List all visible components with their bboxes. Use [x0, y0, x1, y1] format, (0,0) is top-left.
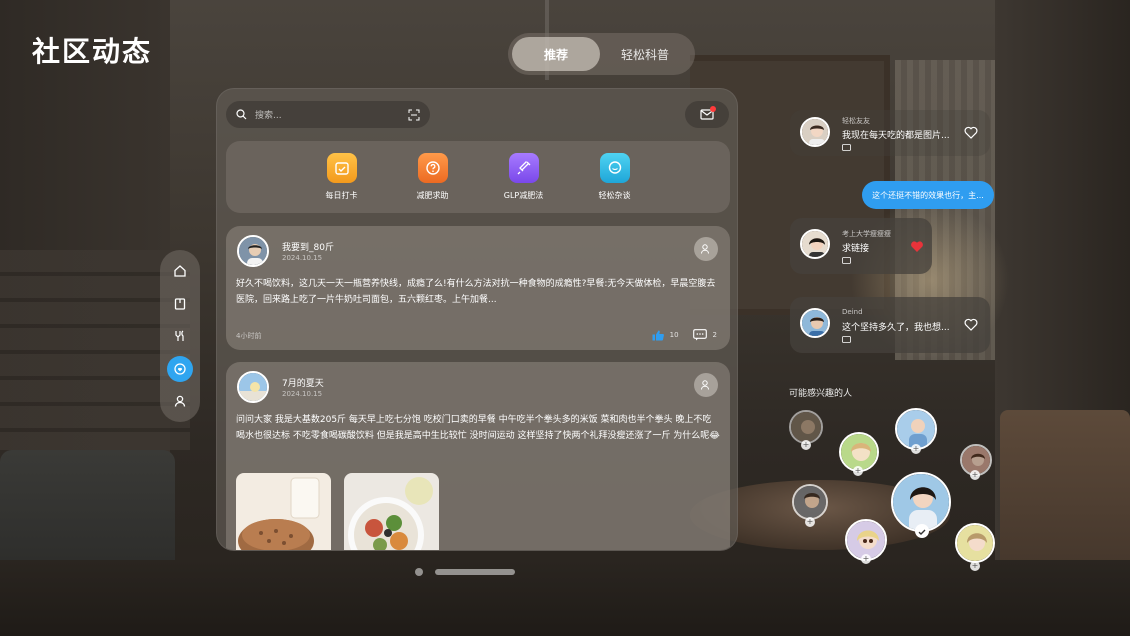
search-input[interactable]: 搜索... [226, 101, 430, 128]
follow-button[interactable] [694, 237, 718, 261]
syringe-icon [508, 153, 539, 183]
heart-filled-icon[interactable] [910, 240, 924, 253]
chat-item[interactable]: 考上大学瘦瘦瘦 求链接 [790, 218, 932, 274]
tab-science[interactable]: 轻松科普 [600, 37, 690, 71]
add-friend-icon[interactable]: + [801, 440, 811, 450]
floor [0, 560, 1130, 636]
search-icon [236, 109, 247, 120]
chat-bubble: 这个还挺不错的效果也行，主... [862, 181, 994, 209]
notification-dot [710, 106, 716, 112]
question-icon [417, 153, 448, 183]
quick-action-label: 每日打卡 [325, 191, 358, 200]
chat-name: 考上大学瘦瘦瘦 [842, 230, 891, 238]
chat-name: Deind [842, 308, 863, 316]
post-image-cookies[interactable] [236, 473, 331, 550]
add-user-icon [701, 380, 709, 390]
add-friend-icon[interactable]: + [911, 444, 921, 454]
feed-panel: 搜索... 每日打卡 减肥求助 GLP减肥法 轻松杂谈 我要到_80斤 2024… [216, 88, 738, 551]
add-friend-icon[interactable]: + [970, 561, 980, 571]
post-time: 4小时前 [236, 332, 262, 340]
avatar[interactable] [800, 117, 830, 147]
page-indicator-active[interactable] [435, 569, 515, 575]
left-nav [160, 250, 200, 422]
community-icon [174, 362, 186, 375]
scan-icon[interactable] [408, 109, 420, 121]
page-dot[interactable] [415, 568, 423, 576]
nav-diet[interactable] [167, 323, 193, 349]
post-image-salad[interactable] [344, 473, 439, 550]
post-body: 好久不喝饮料，这几天一天一瓶营养快线，成瘾了么!有什么方法对抗一种食物的成瘾性?… [236, 279, 716, 305]
page-title: 社区动态 [32, 35, 153, 68]
mail-button[interactable] [685, 101, 729, 128]
suggested-user-avatar[interactable] [955, 523, 995, 563]
chat-item[interactable]: Deind 这个坚持多久了，我也想... [790, 297, 990, 353]
suggested-user-avatar[interactable] [891, 472, 951, 532]
chat-message: 我现在每天吃的都是图片... [842, 131, 950, 141]
add-friend-icon[interactable]: + [970, 470, 980, 480]
quick-action-label: 减肥求助 [416, 191, 449, 200]
chat-message: 这个坚持多久了，我也想... [842, 323, 950, 333]
chat-name: 轻松友友 [842, 117, 870, 125]
avatar[interactable] [800, 229, 830, 259]
pagination [415, 568, 515, 576]
thumbs-up-icon[interactable] [652, 330, 664, 341]
comment-icon[interactable] [692, 329, 707, 341]
quick-action-help[interactable]: 减肥求助 [393, 153, 473, 201]
post-username[interactable]: 我要到_80斤 [282, 240, 334, 253]
chat-message: 求链接 [842, 244, 870, 254]
avatar[interactable] [237, 371, 269, 403]
nav-book[interactable] [167, 291, 193, 317]
post-date: 2024.10.15 [282, 254, 323, 262]
nav-profile[interactable] [167, 388, 193, 414]
suggested-user-avatar[interactable] [789, 410, 823, 444]
quick-actions: 每日打卡 减肥求助 GLP减肥法 轻松杂谈 [226, 141, 730, 213]
fork-knife-icon [175, 330, 184, 341]
book-icon [174, 297, 186, 310]
comment-icon[interactable] [842, 336, 851, 344]
add-friend-icon[interactable]: + [805, 517, 815, 527]
quick-action-chat[interactable]: 轻松杂谈 [575, 153, 655, 201]
post-body: 问问大家 我是大基数205斤 每天早上吃七分饱 吃校门口卖的早餐 中午吃半个拳头… [236, 415, 720, 441]
calendar-check-icon [326, 153, 357, 183]
quick-action-glp[interactable]: GLP减肥法 [484, 153, 564, 201]
post-card[interactable]: 7月的夏天 2024.10.15 问问大家 我是大基数205斤 每天早上吃七分饱… [226, 362, 730, 550]
suggested-user-avatar[interactable] [792, 484, 828, 520]
nav-community[interactable] [167, 355, 193, 382]
comment-icon[interactable] [842, 144, 851, 152]
post-username[interactable]: 7月的夏天 [282, 376, 324, 389]
quick-action-label: 轻松杂谈 [598, 191, 631, 200]
home-icon [174, 265, 186, 277]
follow-button[interactable] [694, 373, 718, 397]
chat-item[interactable]: 轻松友友 我现在每天吃的都是图片... [790, 110, 990, 156]
followed-check-icon[interactable] [915, 524, 929, 538]
chat-icon [599, 153, 630, 183]
add-user-icon [701, 244, 709, 254]
avatar[interactable] [237, 235, 269, 267]
comment-icon[interactable] [842, 257, 851, 265]
add-friend-icon[interactable]: + [861, 554, 871, 564]
avatar[interactable] [800, 308, 830, 338]
search-placeholder: 搜索... [255, 111, 282, 121]
quick-action-checkin[interactable]: 每日打卡 [302, 153, 382, 201]
user-icon [174, 395, 186, 407]
quick-action-label: GLP减肥法 [503, 191, 544, 200]
tab-recommend[interactable]: 推荐 [512, 37, 600, 71]
nav-home[interactable] [167, 258, 193, 284]
post-date: 2024.10.15 [282, 390, 323, 398]
heart-outline-icon[interactable] [964, 126, 978, 139]
heart-outline-icon[interactable] [964, 318, 978, 331]
add-friend-icon[interactable]: + [853, 466, 863, 476]
comment-count: 2 [712, 331, 717, 339]
like-count: 10 [669, 331, 679, 339]
suggested-users-label: 可能感兴趣的人 [789, 389, 853, 399]
post-card[interactable]: 我要到_80斤 2024.10.15 好久不喝饮料，这几天一天一瓶营养快线，成瘾… [226, 226, 730, 350]
post-stats: 10 2 [652, 329, 717, 341]
top-tabs: 推荐 轻松科普 [508, 33, 695, 75]
